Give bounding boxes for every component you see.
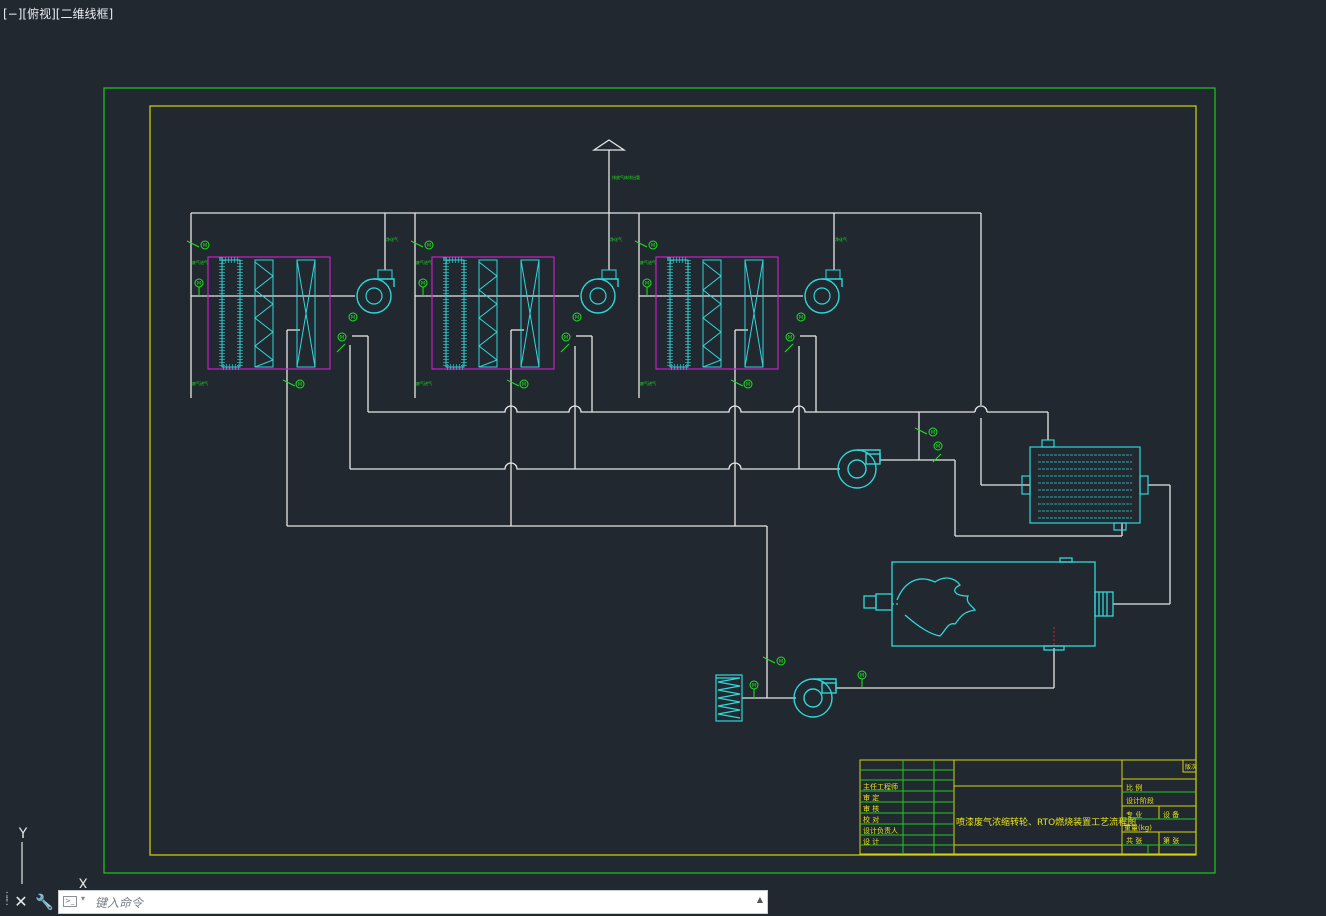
rotor-unit-1 (207, 256, 395, 370)
role-reviewed: 审 核 (863, 804, 879, 813)
rotor-unit-2 (431, 256, 619, 370)
fresh-air-fan (793, 678, 837, 718)
close-icon[interactable]: ✕ (13, 892, 29, 912)
inlet-label-6: 废气进气 (640, 380, 656, 386)
svg-text:M: M (197, 281, 201, 287)
outlet-label-2: 净化气 (610, 236, 622, 242)
total-sheets-label: 共 张 (1126, 836, 1142, 845)
discipline-label: 专 业 (1126, 810, 1142, 819)
svg-text:M: M (752, 683, 756, 689)
svg-text:M: M (427, 243, 431, 249)
rotor-unit-3 (655, 256, 843, 370)
title-block (859, 759, 1197, 855)
weight-label: 重量(kg) (1124, 824, 1152, 832)
rto-chamber (863, 557, 1114, 651)
outer-frame (103, 87, 1216, 874)
svg-text:M: M (651, 243, 655, 249)
pipework (190, 139, 1171, 699)
inlet-label-1: 废气进气 (192, 259, 208, 265)
command-input-box[interactable]: >_ ▾ ▲ (58, 890, 768, 914)
heat-exchanger (1021, 439, 1149, 531)
ucs-y-label: Y (18, 826, 28, 842)
svg-text:M: M (298, 382, 302, 388)
revision-label: 版次 (1185, 763, 1197, 771)
svg-text:M: M (645, 281, 649, 287)
inlet-label-3: 废气进气 (640, 259, 656, 265)
wrench-icon[interactable]: 🔧 (35, 892, 54, 912)
cad-drawing[interactable]: 排放气体排出管 废气进气 废气进气 废气进气 净化气 净化气 净化气 废气进气 … (0, 0, 1326, 888)
scale-label: 比 例 (1126, 783, 1142, 792)
role-designer: 设 计 (863, 837, 879, 846)
svg-text:M: M (931, 430, 935, 436)
title-block-text: 主任工程师 审 定 审 核 校 对 设计负责人 设 计 喷漆废气浓缩转轮、RTO… (863, 763, 1197, 846)
chevron-up-icon[interactable]: ▲ (757, 895, 763, 904)
svg-text:M: M (421, 281, 425, 287)
terminal-icon[interactable]: >_ (63, 896, 77, 907)
desorption-fan (837, 449, 881, 489)
grip-handle[interactable]: ⋮ ⋮ (2, 892, 12, 910)
design-stage-label: 设计阶段 (1126, 796, 1154, 805)
svg-text:M: M (799, 315, 803, 321)
svg-text:M: M (522, 382, 526, 388)
inlet-label-2: 废气进气 (416, 259, 432, 265)
valve-tags: M M M M M M M M M M M M M M M M M M M M (197, 243, 940, 689)
svg-text:M: M (788, 335, 792, 341)
sheet-number-label: 第 张 (1163, 836, 1179, 845)
svg-text:M: M (575, 315, 579, 321)
role-checked: 校 对 (863, 815, 879, 824)
role-design-lead: 设计负责人 (863, 826, 898, 835)
svg-text:M: M (779, 659, 783, 665)
svg-text:M: M (564, 335, 568, 341)
discipline-value: 设 备 (1163, 810, 1179, 819)
ucs-x-label: X (78, 877, 88, 888)
outlet-label-1: 净化气 (386, 236, 398, 242)
command-input[interactable] (93, 893, 747, 913)
svg-text:M: M (746, 382, 750, 388)
svg-text:M: M (936, 444, 940, 450)
svg-text:M: M (340, 335, 344, 341)
role-chief-engineer: 主任工程师 (863, 782, 898, 791)
svg-text:M: M (203, 243, 207, 249)
inlet-label-4: 废气进气 (192, 380, 208, 386)
air-filter (715, 674, 743, 722)
inner-frame (149, 105, 1197, 856)
drawing-title: 喷漆废气浓缩转轮、RTO燃烧装置工艺流程图 (956, 816, 1136, 828)
chevron-down-icon[interactable]: ▾ (81, 894, 85, 903)
svg-text:M: M (860, 673, 864, 679)
outlet-label-3: 净化气 (835, 236, 847, 242)
command-line-bar: ⋮⋮ ✕ 🔧 >_ ▾ ▲ (0, 888, 770, 916)
stack-label: 排放气体排出管 (612, 174, 640, 180)
role-approved: 审 定 (863, 793, 879, 802)
inlet-label-5: 废气进气 (416, 380, 432, 386)
ucs-icon: Y X (18, 826, 88, 888)
svg-text:M: M (351, 315, 355, 321)
